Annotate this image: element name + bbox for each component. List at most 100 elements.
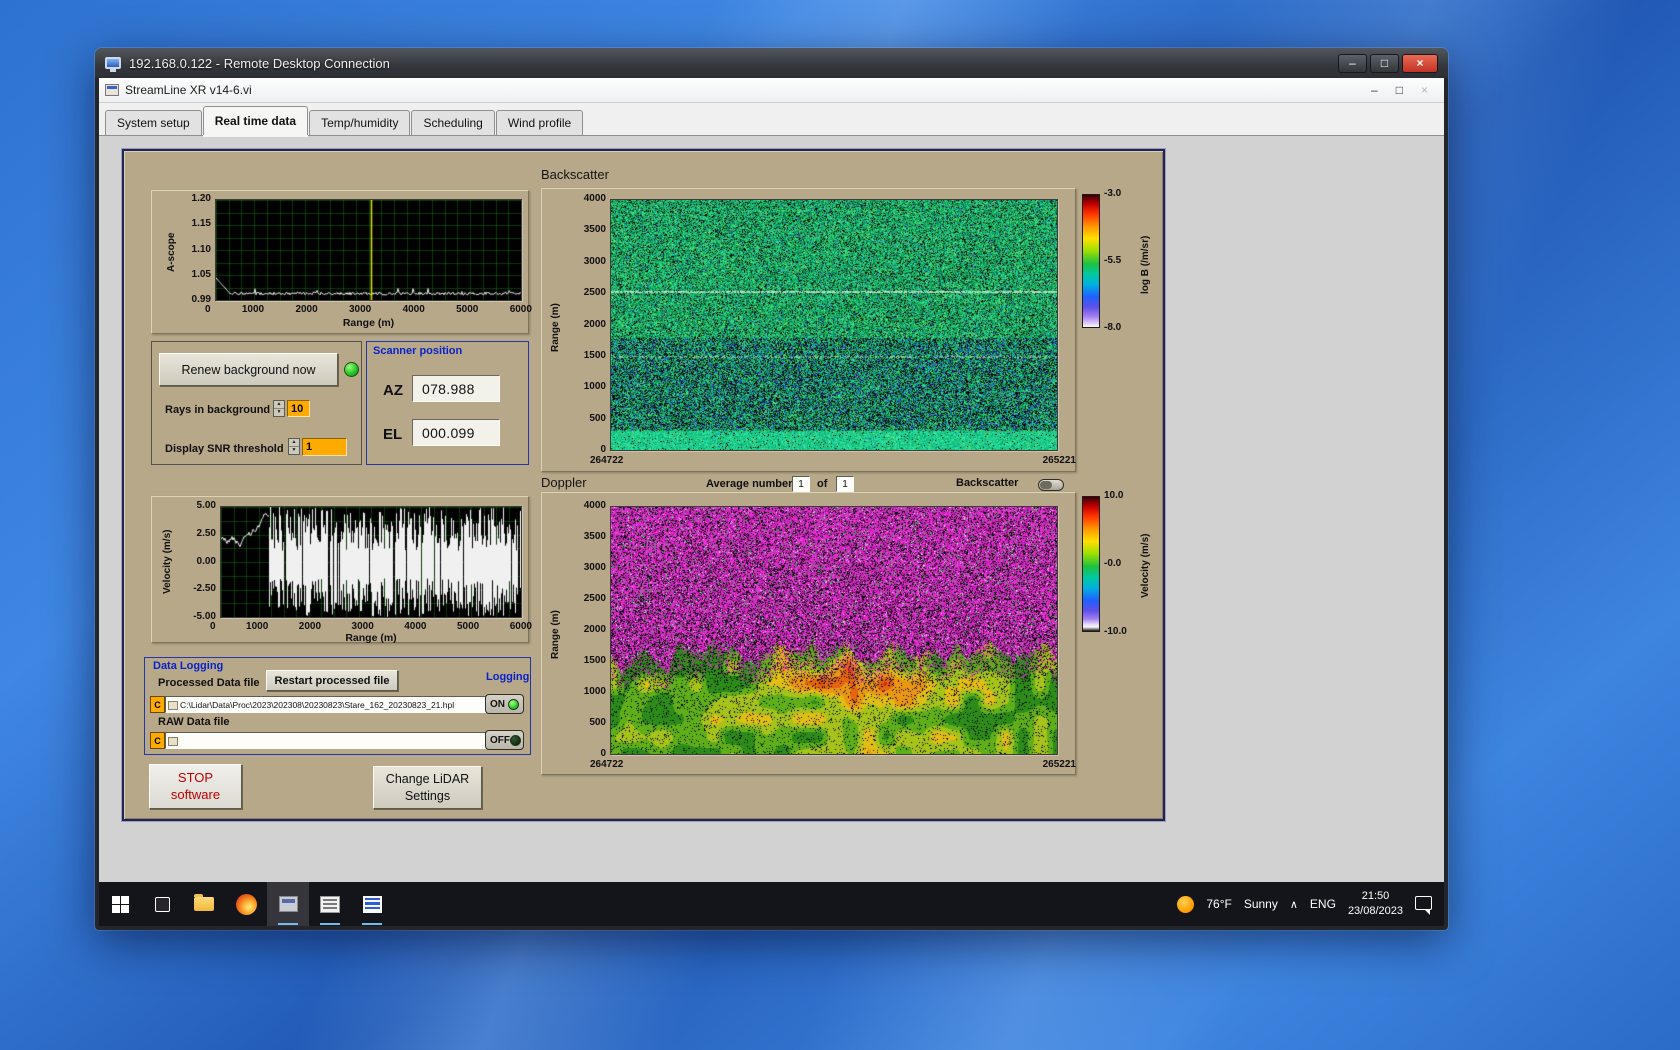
blue-lines-icon [363,896,382,913]
remote-computer-icon [105,57,121,69]
ascope-graph-frame: A-scope 1.20 1.15 1.10 1.05 0.99 0 1000 2000 30… [151,190,529,334]
tab-wind-profile[interactable]: Wind profile [496,110,583,135]
velocity-graph-frame: Velocity (m/s) 5.00 2.50 0.00 -2.50 -5.00 01… [151,496,529,643]
windows-logo-icon [112,896,129,913]
start-button[interactable] [99,882,141,926]
language-indicator[interactable]: ENG [1310,897,1336,911]
average-number-label: Average number [706,478,792,490]
processed-data-file-label: Processed Data file [158,677,260,689]
tab-temp-humidity[interactable]: Temp/humidity [309,110,410,135]
logging-on-led [508,699,519,710]
task-view-button[interactable] [141,882,183,926]
app-window-icon [279,896,298,912]
app-titlebar[interactable]: StreamLine XR v14-6.vi – □ × [99,78,1444,103]
weather-temp[interactable]: 76°F [1206,897,1231,911]
raw-path-field[interactable] [165,732,497,749]
weather-sun-icon[interactable] [1177,896,1194,913]
azimuth-value: 078.988 [412,375,500,402]
firefox-button[interactable] [225,882,267,926]
doppler-colorbar [1082,496,1100,632]
streamline-app-button[interactable] [267,882,309,926]
snr-spinner[interactable]: ▲ ▼ [288,438,300,455]
doppler-y-ticks: 4000 3500 3000 2500 2000 1500 1000 500 0 [574,500,606,759]
velocity-plot-canvas [221,507,521,617]
rays-value-field[interactable]: 10 [287,400,310,417]
logging-on-button[interactable]: ON [485,694,524,714]
elevation-value: 000.099 [412,419,500,446]
backscatter-toggle-switch[interactable] [1038,479,1064,491]
processed-drive-box[interactable]: C [150,696,165,713]
rays-spinner[interactable]: ▲ ▼ [273,400,285,417]
renew-background-button[interactable]: Renew background now [159,353,338,386]
doppler-y-axis-label: Range (m) [550,610,561,659]
rdp-minimize-button[interactable]: – [1338,54,1367,73]
doppler-colorbar-label: Velocity (m/s) [1140,534,1151,598]
chevron-up-icon[interactable]: ∧ [1290,898,1298,911]
taskbar: 76°F Sunny ∧ ENG 21:50 23/08/2023 [99,882,1444,926]
scan-scheduler-icon [320,896,340,913]
backscatter-graph-frame: Range (m) 4000 3500 3000 2500 2000 1500 1000 50… [541,188,1076,472]
rdp-window-controls: – □ × [1338,54,1438,73]
rdp-maximize-button[interactable]: □ [1370,54,1399,73]
desktop-background: 192.168.0.122 - Remote Desktop Connectio… [0,0,1680,1050]
notes-app-button[interactable] [351,882,393,926]
doppler-graph-frame: Range (m) 4000 3500 3000 2500 2000 1500 1000 50… [541,492,1076,775]
processed-path-control: C C:\Lidar\Data\Proc\2023\202308\2023082… [150,696,497,713]
restart-processed-file-button[interactable]: Restart processed file [266,670,398,691]
azimuth-label: AZ [383,382,403,399]
app-restore-button[interactable]: □ [1396,83,1403,97]
stop-software-button[interactable]: STOP software [149,764,242,809]
tab-system-setup[interactable]: System setup [105,110,202,135]
change-lidar-settings-button[interactable]: Change LiDAR Settings [373,766,482,809]
snr-threshold-label: Display SNR threshold [165,443,284,455]
rdp-close-button[interactable]: × [1402,54,1438,73]
notification-center-icon[interactable] [1415,896,1432,910]
backscatter-plot-canvas [611,200,1057,450]
snr-value-field[interactable]: 1 [302,438,347,456]
weather-condition[interactable]: Sunny [1244,897,1278,911]
rdp-titlebar[interactable]: 192.168.0.122 - Remote Desktop Connectio… [95,48,1448,78]
ascope-y-ticks: 1.20 1.15 1.10 1.05 0.99 [180,193,211,305]
real-time-data-panel: A-scope 1.20 1.15 1.10 1.05 0.99 0 1000 2000 30… [122,149,1165,821]
velocity-plot [220,506,522,618]
backscatter-colorbar [1082,194,1100,328]
renew-status-led [344,362,359,377]
processed-path-field[interactable]: C:\Lidar\Data\Proc\2023\202308\20230823\… [165,696,497,713]
task-view-icon [155,897,170,912]
raw-drive-box[interactable]: C [150,732,165,749]
tab-scheduling[interactable]: Scheduling [411,110,494,135]
folder-icon [194,897,214,911]
average-number-field[interactable]: 1 [792,476,810,492]
rdp-window-title: 192.168.0.122 - Remote Desktop Connectio… [129,56,390,71]
tab-strip: System setup Real time data Temp/humidit… [99,103,1444,136]
data-logging-title: Data Logging [153,660,223,672]
velocity-y-axis-label: Velocity (m/s) [162,530,173,594]
ascope-plot [215,199,522,301]
labview-vi-icon [105,84,119,96]
ascope-x-axis-label: Range (m) [215,317,522,329]
backscatter-toggle-label: Backscatter [956,477,1018,489]
app-close-button[interactable]: × [1421,83,1428,97]
velocity-x-axis-label: Range (m) [220,632,522,644]
logging-off-led [510,735,521,746]
rays-in-background-label: Rays in background [165,404,270,416]
elevation-label: EL [383,426,402,443]
taskbar-tray: 76°F Sunny ∧ ENG 21:50 23/08/2023 [1177,889,1444,919]
file-explorer-button[interactable] [183,882,225,926]
backscatter-x-ticks: 264722 265221 [590,455,1076,466]
tab-real-time-data[interactable]: Real time data [203,106,308,135]
raw-path-control: C [150,732,497,749]
taskbar-clock[interactable]: 21:50 23/08/2023 [1348,889,1403,919]
logging-off-button[interactable]: OFF [485,730,524,750]
remote-desktop: StreamLine XR v14-6.vi – □ × System setu… [99,78,1444,926]
backscatter-colorbar-ticks: -3.0 -5.5 -8.0 [1104,188,1134,333]
scan-scheduler-button[interactable] [309,882,351,926]
backscatter-y-axis-label: Range (m) [550,303,561,352]
app-minimize-button[interactable]: – [1371,83,1378,97]
raw-data-file-label: RAW Data file [158,716,230,728]
doppler-plot-canvas [611,507,1057,754]
logging-title: Logging [486,671,529,683]
clock-time: 21:50 [1348,889,1403,904]
velocity-x-ticks: 0 1000 2000 3000 4000 5000 6000 [210,621,532,632]
average-total-field[interactable]: 1 [836,476,854,492]
